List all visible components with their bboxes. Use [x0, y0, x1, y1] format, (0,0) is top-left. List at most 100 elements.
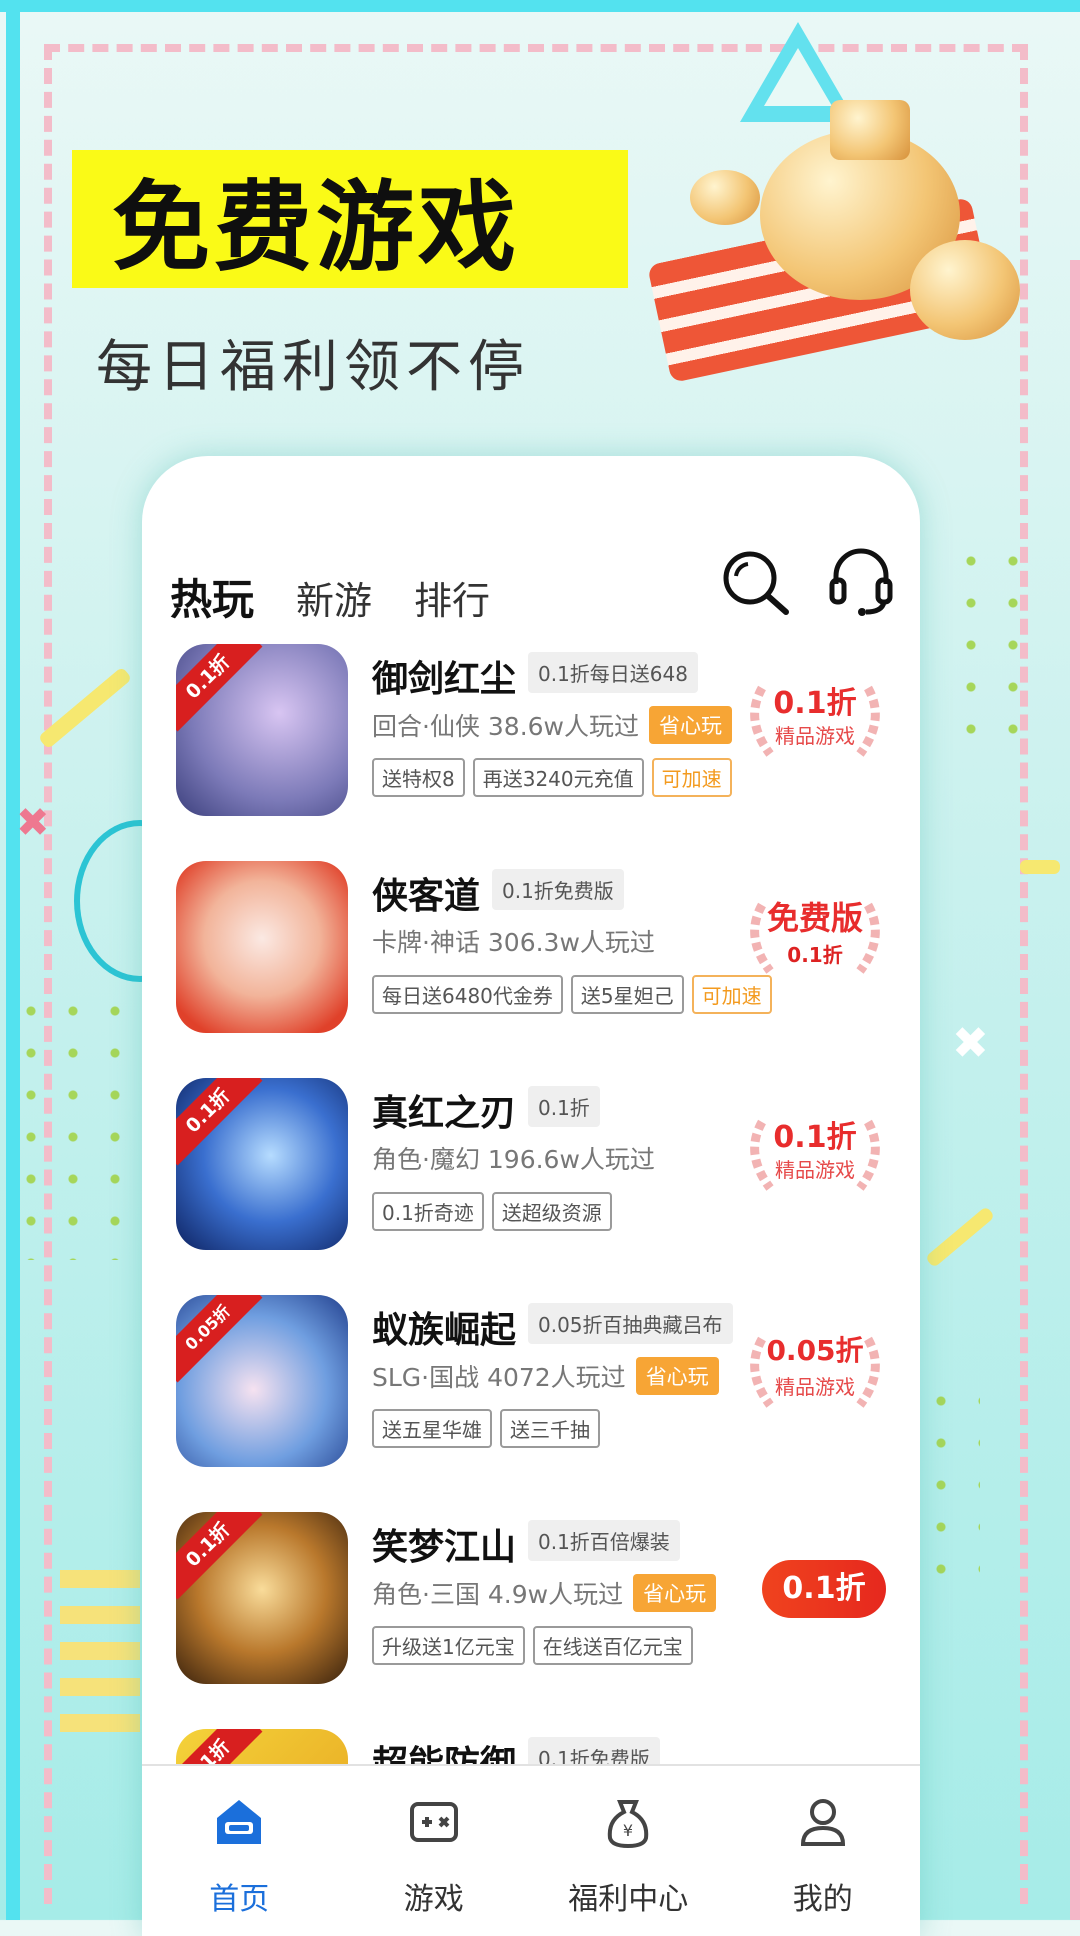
badge-main: 0.05折	[766, 1334, 864, 1367]
game-name: 蚁族崛起	[372, 1310, 517, 1351]
game-icon[interactable]: 0.1折	[176, 1078, 348, 1250]
game-row[interactable]: 侠客道 0.1折免费版 卡牌·神话 306.3w人玩过 每日送6480代金券 送…	[142, 855, 920, 1072]
game-row[interactable]: 0.1折 御剑红尘 0.1折每日送648 回合·仙侠 38.6w人玩过 省心玩 送…	[142, 638, 920, 855]
discount-ribbon: 0.05折	[176, 1295, 263, 1383]
home-icon	[211, 1794, 267, 1850]
game-meta: 角色·魔幻 196.6w人玩过	[372, 1140, 655, 1176]
tab-new[interactable]: 新游	[296, 570, 372, 625]
frame-right-line	[1070, 260, 1080, 1920]
game-meta-text: 卡牌·神话 306.3w人玩过	[372, 928, 655, 957]
tag-list: 送五星华雄 送三千抽	[372, 1409, 608, 1448]
game-promo: 0.1折每日送648	[528, 652, 698, 693]
game-tag: 0.1折奇迹	[372, 1192, 484, 1231]
game-row[interactable]: 0.05折 蚁族崛起 0.05折百抽典藏吕布 SLG·国战 4072人玩过 省心玩…	[142, 1289, 920, 1506]
dots-decoration	[920, 1380, 980, 1600]
game-meta: 角色·三国 4.9w人玩过 省心玩	[372, 1574, 717, 1612]
banner-title-box: 免费游戏	[72, 150, 628, 288]
laurel-badge: 免费版 0.1折	[740, 885, 890, 985]
game-promo: 0.1折百倍爆装	[528, 1520, 680, 1561]
nav-welfare[interactable]: ¥ 福利中心	[531, 1766, 726, 1936]
search-icon[interactable]	[720, 548, 790, 618]
discount-ribbon: 0.1折	[176, 1512, 263, 1600]
user-icon	[795, 1794, 851, 1850]
badge-sub: 0.1折	[787, 943, 843, 967]
frame-left-line	[6, 0, 20, 1920]
game-name: 御剑红尘	[372, 659, 517, 700]
save-badge: 省心玩	[633, 1574, 717, 1612]
game-meta-text: 角色·三国 4.9w人玩过	[372, 1580, 624, 1609]
game-tag: 升级送1亿元宝	[372, 1626, 525, 1665]
discount-ribbon: 0.1折	[176, 644, 263, 732]
game-list: 0.1折 御剑红尘 0.1折每日送648 回合·仙侠 38.6w人玩过 省心玩 送…	[142, 638, 920, 1936]
game-meta: 卡牌·神话 306.3w人玩过	[372, 923, 655, 959]
game-tag: 送特权8	[372, 758, 465, 797]
app-screen: 热玩 新游 排行 0.1折 御剑红尘 0.1折每日送648 回合·仙侠 38.6…	[142, 456, 920, 1936]
cross-decoration: ✖	[16, 800, 50, 846]
tag-list: 0.1折奇迹 送超级资源	[372, 1192, 620, 1231]
badge-sub: 精品游戏	[775, 1158, 855, 1182]
game-meta-text: SLG·国战 4072人玩过	[372, 1363, 626, 1392]
laurel-badge: 0.05折 精品游戏	[740, 1319, 890, 1419]
stripe-decoration	[1020, 860, 1060, 874]
money-bag-icon: ¥	[600, 1794, 656, 1850]
tag-list: 升级送1亿元宝 在线送百亿元宝	[372, 1626, 701, 1665]
nav-games[interactable]: 游戏	[337, 1766, 532, 1936]
badge-main: 0.1折	[773, 686, 857, 721]
nav-label: 首页	[209, 1882, 270, 1917]
cross-decoration: ✖	[952, 1018, 989, 1069]
game-promo: 0.05折百抽典藏吕布	[528, 1303, 733, 1344]
game-name: 笑梦江山	[372, 1527, 517, 1568]
stripes-decoration	[60, 1570, 140, 1750]
game-row[interactable]: 0.1折 真红之刃 0.1折 角色·魔幻 196.6w人玩过 0.1折奇迹 送超…	[142, 1072, 920, 1289]
tag-list: 每日送6480代金券 送5星妲己 可加速	[372, 975, 780, 1014]
svg-text:¥: ¥	[623, 1821, 633, 1840]
banner-subtitle: 每日福利领不停	[96, 335, 530, 400]
banner-title: 免费游戏	[112, 171, 521, 285]
badge-main: 免费版	[766, 899, 863, 937]
game-name: 真红之刃	[372, 1093, 517, 1134]
dots-decoration	[950, 540, 1040, 760]
nav-profile[interactable]: 我的	[726, 1766, 921, 1936]
game-icon[interactable]: 0.1折	[176, 644, 348, 816]
headset-icon[interactable]	[826, 544, 896, 618]
game-meta-text: 角色·魔幻 196.6w人玩过	[372, 1145, 655, 1174]
laurel-badge: 0.1折 精品游戏	[740, 1102, 890, 1202]
game-icon[interactable]: 0.05折	[176, 1295, 348, 1467]
badge-sub: 精品游戏	[775, 724, 855, 748]
badge-main: 0.1折	[773, 1120, 857, 1155]
game-row[interactable]: 0.1折 笑梦江山 0.1折百倍爆装 角色·三国 4.9w人玩过 省心玩 升级送1…	[142, 1506, 920, 1723]
game-tag: 每日送6480代金券	[372, 975, 563, 1014]
gold-tray-illustration	[640, 100, 1040, 400]
discount-button[interactable]: 0.1折	[762, 1560, 886, 1618]
bottom-nav: 首页 游戏 ¥ 福利中心 我的	[142, 1764, 920, 1936]
game-promo: 0.1折	[528, 1086, 600, 1127]
game-meta: 回合·仙侠 38.6w人玩过 省心玩	[372, 706, 733, 744]
game-tag: 送超级资源	[491, 1192, 612, 1231]
game-name: 侠客道	[372, 876, 481, 917]
game-meta: SLG·国战 4072人玩过 省心玩	[372, 1357, 719, 1395]
tab-hot[interactable]: 热玩	[170, 566, 254, 627]
gamepad-icon	[406, 1794, 462, 1850]
tag-list: 送特权8 再送3240元充值 可加速	[372, 758, 740, 797]
dots-decoration	[10, 990, 128, 1260]
badge-sub: 精品游戏	[775, 1375, 855, 1399]
game-promo: 0.1折免费版	[492, 869, 624, 910]
frame-top-line	[0, 0, 1080, 12]
discount-ribbon: 0.1折	[176, 1078, 263, 1166]
laurel-badge: 0.1折 精品游戏	[740, 668, 890, 768]
nav-label: 游戏	[403, 1882, 464, 1917]
speedup-tag: 可加速	[651, 758, 732, 797]
nav-home[interactable]: 首页	[142, 1766, 337, 1936]
game-tag: 送五星华雄	[372, 1409, 492, 1448]
game-tag: 送三千抽	[500, 1409, 600, 1448]
game-icon[interactable]	[176, 861, 348, 1033]
nav-label: 我的	[792, 1882, 853, 1917]
game-meta-text: 回合·仙侠 38.6w人玩过	[372, 712, 640, 741]
game-tag: 再送3240元充值	[472, 758, 644, 797]
game-tag: 在线送百亿元宝	[532, 1626, 693, 1665]
tab-ranking[interactable]: 排行	[414, 570, 490, 625]
game-tag: 送5星妲己	[570, 975, 684, 1014]
save-badge: 省心玩	[649, 706, 733, 744]
game-icon[interactable]: 0.1折	[176, 1512, 348, 1684]
nav-label: 福利中心	[568, 1882, 689, 1917]
